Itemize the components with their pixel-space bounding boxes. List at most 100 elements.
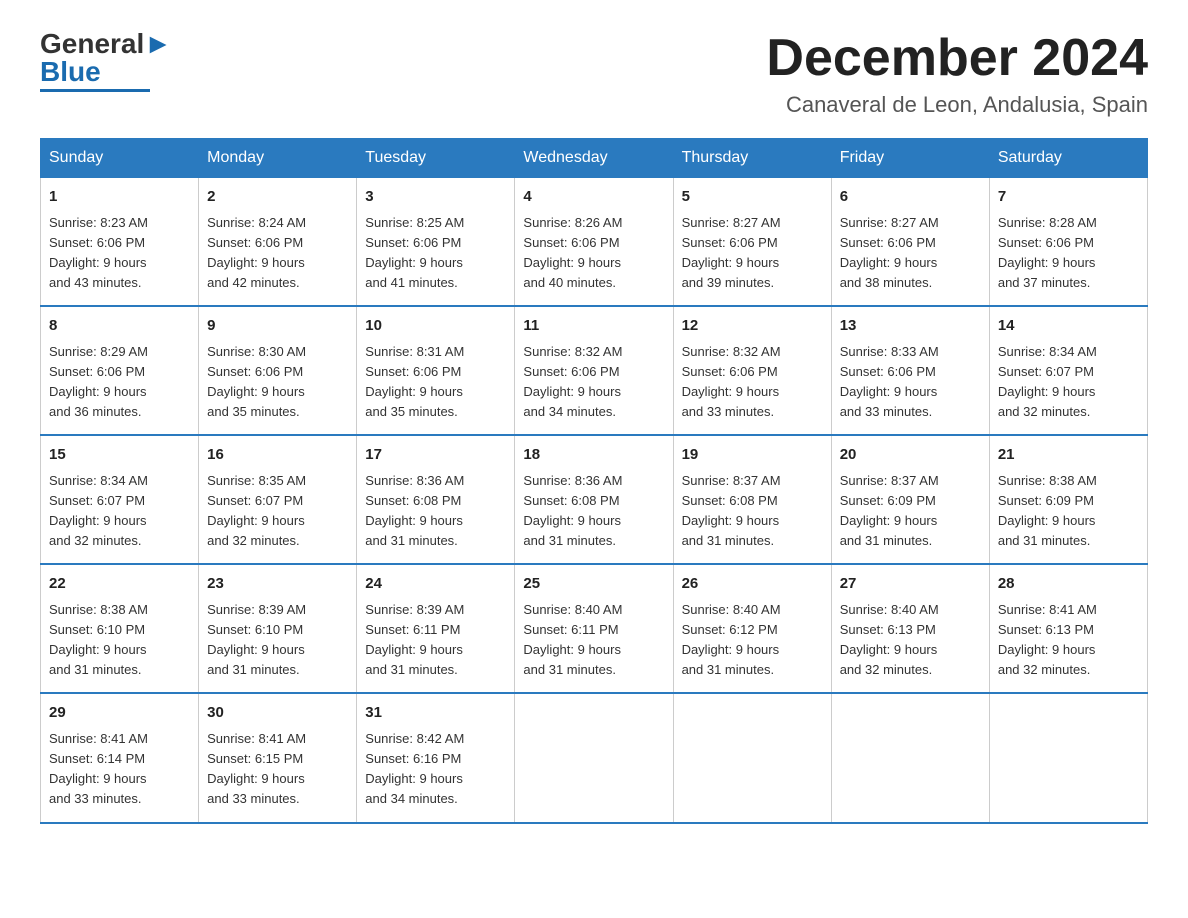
calendar-cell: 29 Sunrise: 8:41 AMSunset: 6:14 PMDaylig…	[41, 693, 199, 822]
calendar-cell: 3 Sunrise: 8:25 AMSunset: 6:06 PMDayligh…	[357, 178, 515, 307]
day-info: Sunrise: 8:30 AMSunset: 6:06 PMDaylight:…	[207, 344, 306, 419]
day-info: Sunrise: 8:41 AMSunset: 6:13 PMDaylight:…	[998, 602, 1097, 677]
day-info: Sunrise: 8:29 AMSunset: 6:06 PMDaylight:…	[49, 344, 148, 419]
day-number: 7	[998, 186, 1139, 209]
calendar-cell: 7 Sunrise: 8:28 AMSunset: 6:06 PMDayligh…	[989, 178, 1147, 307]
calendar-header: Sunday Monday Tuesday Wednesday Thursday…	[41, 139, 1148, 178]
day-info: Sunrise: 8:40 AMSunset: 6:11 PMDaylight:…	[523, 602, 622, 677]
day-info: Sunrise: 8:40 AMSunset: 6:12 PMDaylight:…	[682, 602, 781, 677]
day-number: 21	[998, 444, 1139, 467]
calendar-cell: 10 Sunrise: 8:31 AMSunset: 6:06 PMDaylig…	[357, 306, 515, 435]
day-info: Sunrise: 8:32 AMSunset: 6:06 PMDaylight:…	[523, 344, 622, 419]
day-number: 15	[49, 444, 190, 467]
header-friday: Friday	[831, 139, 989, 178]
calendar-cell: 19 Sunrise: 8:37 AMSunset: 6:08 PMDaylig…	[673, 435, 831, 564]
day-number: 31	[365, 702, 506, 725]
calendar-cell: 2 Sunrise: 8:24 AMSunset: 6:06 PMDayligh…	[199, 178, 357, 307]
location-title: Canaveral de Leon, Andalusia, Spain	[766, 92, 1148, 118]
day-number: 16	[207, 444, 348, 467]
day-number: 19	[682, 444, 823, 467]
day-number: 26	[682, 573, 823, 596]
calendar-cell: 4 Sunrise: 8:26 AMSunset: 6:06 PMDayligh…	[515, 178, 673, 307]
day-info: Sunrise: 8:26 AMSunset: 6:06 PMDaylight:…	[523, 215, 622, 290]
calendar-cell: 24 Sunrise: 8:39 AMSunset: 6:11 PMDaylig…	[357, 564, 515, 693]
calendar-cell: 20 Sunrise: 8:37 AMSunset: 6:09 PMDaylig…	[831, 435, 989, 564]
day-number: 24	[365, 573, 506, 596]
day-number: 6	[840, 186, 981, 209]
day-number: 4	[523, 186, 664, 209]
day-info: Sunrise: 8:38 AMSunset: 6:09 PMDaylight:…	[998, 473, 1097, 548]
calendar-cell: 18 Sunrise: 8:36 AMSunset: 6:08 PMDaylig…	[515, 435, 673, 564]
calendar-cell: 31 Sunrise: 8:42 AMSunset: 6:16 PMDaylig…	[357, 693, 515, 822]
day-info: Sunrise: 8:27 AMSunset: 6:06 PMDaylight:…	[682, 215, 781, 290]
day-number: 28	[998, 573, 1139, 596]
day-info: Sunrise: 8:34 AMSunset: 6:07 PMDaylight:…	[49, 473, 148, 548]
day-number: 10	[365, 315, 506, 338]
calendar-cell	[989, 693, 1147, 822]
calendar-cell: 1 Sunrise: 8:23 AMSunset: 6:06 PMDayligh…	[41, 178, 199, 307]
calendar-cell: 8 Sunrise: 8:29 AMSunset: 6:06 PMDayligh…	[41, 306, 199, 435]
calendar-week-row: 22 Sunrise: 8:38 AMSunset: 6:10 PMDaylig…	[41, 564, 1148, 693]
day-info: Sunrise: 8:39 AMSunset: 6:10 PMDaylight:…	[207, 602, 306, 677]
calendar-body: 1 Sunrise: 8:23 AMSunset: 6:06 PMDayligh…	[41, 178, 1148, 823]
day-number: 18	[523, 444, 664, 467]
header-thursday: Thursday	[673, 139, 831, 178]
day-number: 22	[49, 573, 190, 596]
calendar-cell: 5 Sunrise: 8:27 AMSunset: 6:06 PMDayligh…	[673, 178, 831, 307]
title-section: December 2024 Canaveral de Leon, Andalus…	[766, 30, 1148, 118]
day-number: 23	[207, 573, 348, 596]
day-number: 30	[207, 702, 348, 725]
day-info: Sunrise: 8:25 AMSunset: 6:06 PMDaylight:…	[365, 215, 464, 290]
logo: General ► Blue	[40, 30, 172, 92]
day-number: 14	[998, 315, 1139, 338]
day-info: Sunrise: 8:37 AMSunset: 6:09 PMDaylight:…	[840, 473, 939, 548]
calendar-cell: 6 Sunrise: 8:27 AMSunset: 6:06 PMDayligh…	[831, 178, 989, 307]
day-number: 25	[523, 573, 664, 596]
calendar-cell: 26 Sunrise: 8:40 AMSunset: 6:12 PMDaylig…	[673, 564, 831, 693]
day-info: Sunrise: 8:39 AMSunset: 6:11 PMDaylight:…	[365, 602, 464, 677]
calendar-cell: 14 Sunrise: 8:34 AMSunset: 6:07 PMDaylig…	[989, 306, 1147, 435]
day-info: Sunrise: 8:28 AMSunset: 6:06 PMDaylight:…	[998, 215, 1097, 290]
day-info: Sunrise: 8:24 AMSunset: 6:06 PMDaylight:…	[207, 215, 306, 290]
day-info: Sunrise: 8:32 AMSunset: 6:06 PMDaylight:…	[682, 344, 781, 419]
calendar-cell: 16 Sunrise: 8:35 AMSunset: 6:07 PMDaylig…	[199, 435, 357, 564]
page-header: General ► Blue December 2024 Canaveral d…	[40, 30, 1148, 118]
header-monday: Monday	[199, 139, 357, 178]
day-info: Sunrise: 8:41 AMSunset: 6:14 PMDaylight:…	[49, 731, 148, 806]
calendar-table: Sunday Monday Tuesday Wednesday Thursday…	[40, 138, 1148, 823]
day-info: Sunrise: 8:40 AMSunset: 6:13 PMDaylight:…	[840, 602, 939, 677]
day-info: Sunrise: 8:33 AMSunset: 6:06 PMDaylight:…	[840, 344, 939, 419]
day-info: Sunrise: 8:34 AMSunset: 6:07 PMDaylight:…	[998, 344, 1097, 419]
logo-underline	[40, 89, 150, 92]
day-info: Sunrise: 8:23 AMSunset: 6:06 PMDaylight:…	[49, 215, 148, 290]
day-info: Sunrise: 8:38 AMSunset: 6:10 PMDaylight:…	[49, 602, 148, 677]
calendar-cell: 11 Sunrise: 8:32 AMSunset: 6:06 PMDaylig…	[515, 306, 673, 435]
day-number: 2	[207, 186, 348, 209]
day-number: 29	[49, 702, 190, 725]
day-number: 1	[49, 186, 190, 209]
header-sunday: Sunday	[41, 139, 199, 178]
day-number: 5	[682, 186, 823, 209]
day-number: 27	[840, 573, 981, 596]
day-info: Sunrise: 8:36 AMSunset: 6:08 PMDaylight:…	[523, 473, 622, 548]
calendar-cell: 21 Sunrise: 8:38 AMSunset: 6:09 PMDaylig…	[989, 435, 1147, 564]
day-number: 17	[365, 444, 506, 467]
logo-blue-text: Blue	[40, 56, 101, 87]
day-info: Sunrise: 8:37 AMSunset: 6:08 PMDaylight:…	[682, 473, 781, 548]
weekday-header-row: Sunday Monday Tuesday Wednesday Thursday…	[41, 139, 1148, 178]
calendar-cell	[831, 693, 989, 822]
day-info: Sunrise: 8:35 AMSunset: 6:07 PMDaylight:…	[207, 473, 306, 548]
header-wednesday: Wednesday	[515, 139, 673, 178]
calendar-cell: 22 Sunrise: 8:38 AMSunset: 6:10 PMDaylig…	[41, 564, 199, 693]
day-info: Sunrise: 8:27 AMSunset: 6:06 PMDaylight:…	[840, 215, 939, 290]
calendar-cell: 23 Sunrise: 8:39 AMSunset: 6:10 PMDaylig…	[199, 564, 357, 693]
calendar-cell: 13 Sunrise: 8:33 AMSunset: 6:06 PMDaylig…	[831, 306, 989, 435]
logo-text: General ► Blue	[40, 30, 172, 86]
day-number: 12	[682, 315, 823, 338]
day-number: 3	[365, 186, 506, 209]
day-number: 8	[49, 315, 190, 338]
calendar-cell: 30 Sunrise: 8:41 AMSunset: 6:15 PMDaylig…	[199, 693, 357, 822]
day-number: 20	[840, 444, 981, 467]
calendar-cell	[515, 693, 673, 822]
calendar-cell: 9 Sunrise: 8:30 AMSunset: 6:06 PMDayligh…	[199, 306, 357, 435]
